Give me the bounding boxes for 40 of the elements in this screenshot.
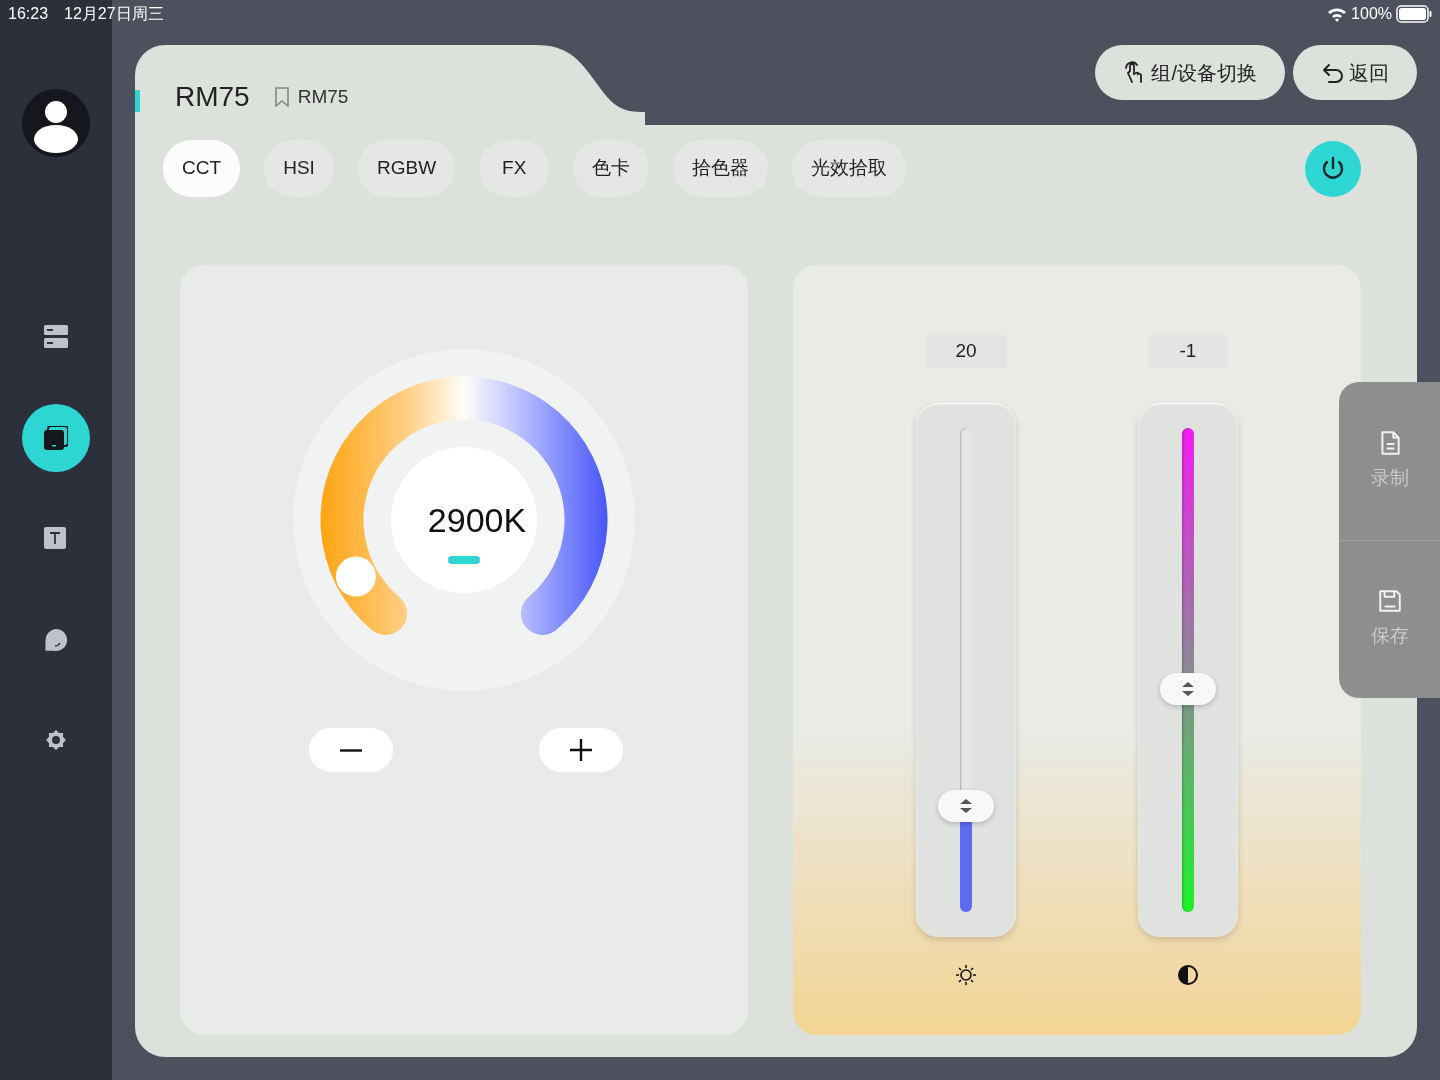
slider-thumb[interactable] — [1160, 673, 1216, 706]
device-tag: RM75 — [297, 82, 349, 112]
text-icon — [44, 527, 68, 551]
slider-track[interactable] — [1182, 428, 1194, 912]
mode-tab[interactable]: 色卡 — [573, 140, 650, 197]
slider-reading: -1 — [1148, 335, 1228, 368]
mode-tab[interactable]: FX — [479, 140, 550, 197]
battery-icon — [1396, 5, 1432, 23]
up-down-arrows-icon — [959, 797, 973, 814]
dial-value: 2900K — [427, 501, 527, 539]
up-down-arrows-icon — [1181, 681, 1195, 698]
minus-icon — [339, 748, 363, 752]
status-time: 16:23 — [8, 4, 49, 24]
chat-bubble-icon — [44, 628, 68, 652]
status-date: 12月27日周三 — [64, 4, 164, 24]
slider-thumb[interactable] — [938, 789, 994, 822]
brightness-icon — [954, 963, 978, 987]
bookmark-icon — [273, 87, 290, 107]
device-icon — [44, 426, 68, 450]
mode-tab[interactable]: RGBW — [358, 140, 456, 197]
battery-percent: 100% — [1351, 4, 1392, 24]
plus-icon — [569, 738, 593, 762]
device-title: RM75 — [175, 80, 250, 114]
accent-bar — [135, 90, 140, 112]
list-icon — [44, 325, 68, 349]
mode-tab[interactable]: 光效拾取 — [792, 140, 907, 197]
contrast-icon — [1176, 963, 1200, 987]
mode-tab[interactable]: CCT — [163, 140, 241, 197]
slider-track[interactable] — [960, 428, 972, 912]
settings-icon — [44, 729, 68, 753]
back-button[interactable]: 返回 — [1293, 45, 1417, 100]
color-temperature-arc[interactable] — [320, 376, 608, 635]
mode-tab[interactable]: 拾色器 — [673, 140, 769, 197]
mode-tab[interactable]: HSI — [264, 140, 335, 197]
plus-button[interactable] — [539, 728, 623, 772]
wifi-icon — [1327, 6, 1348, 22]
slider-reading: 20 — [926, 335, 1006, 368]
indicator-dash — [448, 556, 480, 564]
switch-button[interactable]: 组/设备切换 — [1095, 45, 1285, 100]
dial-thumb[interactable] — [335, 556, 376, 597]
